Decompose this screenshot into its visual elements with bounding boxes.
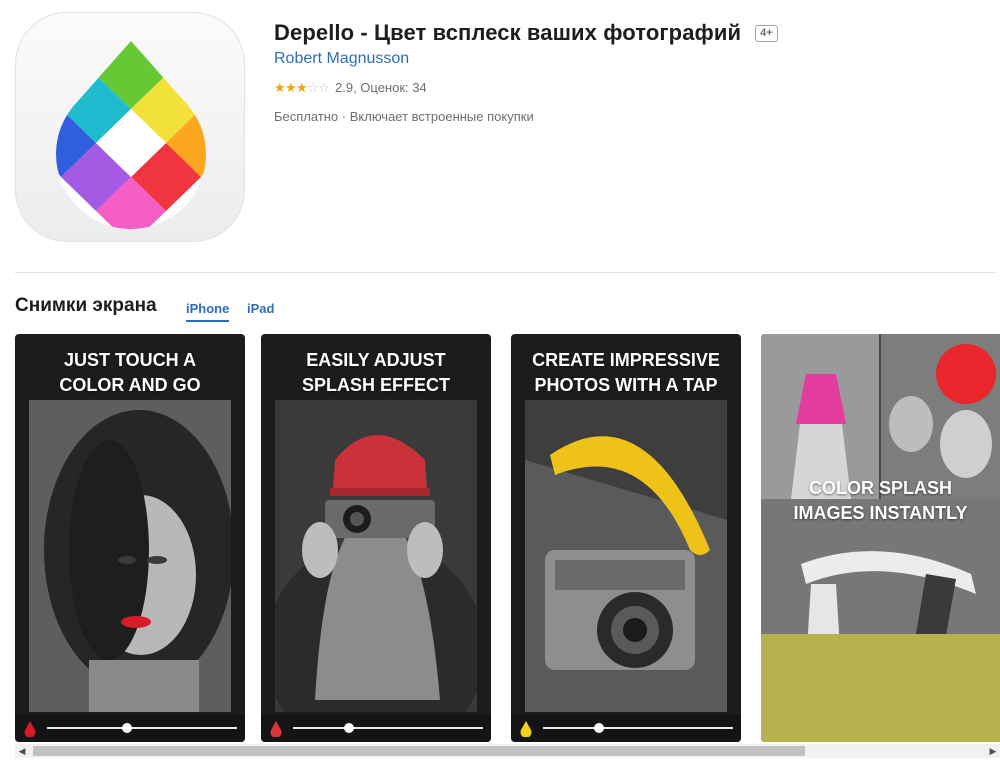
tab-ipad[interactable]: iPad [247,301,274,320]
splash-slider-knob[interactable] [122,723,132,733]
caption-line: EASILY ADJUST [306,350,446,370]
splash-slider-knob[interactable] [344,723,354,733]
color-drop-icon[interactable] [24,721,36,737]
screenshot-photo [275,400,477,712]
depello-color-drop-icon [55,41,206,230]
screenshot-3[interactable]: CREATE IMPRESSIVE PHOTOS WITH A TAP [511,334,741,742]
splash-slider-track[interactable] [543,727,733,729]
star-empty-icon: ☆ [318,80,330,95]
caption-line: COLOR SPLASH [808,478,952,498]
splash-slider-track[interactable] [293,727,483,729]
caption-line: CREATE IMPRESSIVE [532,350,720,370]
scroll-right-icon[interactable]: ▶ [988,746,998,757]
screenshot-caption: JUST TOUCH A COLOR AND GO [15,348,245,398]
star-icon: ★ [285,80,297,95]
price-text: Бесплатно · Включает встроенные покупки [274,109,534,124]
red-lips [121,616,151,628]
app-title: Depello - Цвет всплеск ваших фотографий [274,20,742,45]
app-info: Depello - Цвет всплеск ваших фотографий … [274,20,974,124]
screenshots-header: Снимки экрана iPhone iPad [15,295,995,325]
star-icon: ★ [274,80,286,95]
section-divider [15,272,995,273]
screenshot-photo [29,400,231,712]
app-header: Depello - Цвет всплеск ваших фотографий … [15,12,995,242]
screenshot-caption: EASILY ADJUST SPLASH EFFECT [261,348,491,398]
screenshot-photo [525,400,727,712]
screenshot-2[interactable]: EASILY ADJUST SPLASH EFFECT [261,334,491,742]
scrollbar-thumb[interactable] [33,746,805,756]
screenshots-title: Снимки экрана [15,295,157,316]
star-rating: ★ ★ ★ ☆ ☆ [274,80,330,95]
tab-iphone[interactable]: iPhone [186,301,230,322]
screenshot-caption: CREATE IMPRESSIVE PHOTOS WITH A TAP [511,348,741,398]
rating-row: ★ ★ ★ ☆ ☆ 2.9, Оценок: 34 [274,80,974,95]
color-drop-icon[interactable] [520,721,532,737]
title-row: Depello - Цвет всплеск ваших фотографий … [274,20,974,46]
scroll-left-icon[interactable]: ◀ [15,746,29,757]
banana-camera-photo [525,400,727,712]
camera-girl-photo [275,400,477,712]
portrait-photo [29,400,231,712]
screenshot-4[interactable]: COLOR SPLASH IMAGES INSTANTLY [761,334,1000,742]
red-balloon [936,344,996,404]
app-icon [15,12,245,242]
splash-control-bar [261,714,491,742]
star-empty-icon: ☆ [307,80,319,95]
splash-slider-knob[interactable] [594,723,604,733]
screenshot-1[interactable]: JUST TOUCH A COLOR AND GO [15,334,245,742]
caption-line: JUST TOUCH A [63,350,196,370]
screenshot-caption: COLOR SPLASH IMAGES INSTANTLY [761,476,1000,526]
rating-text: 2.9, Оценок: 34 [335,80,427,95]
splash-slider-track[interactable] [47,727,237,729]
splash-control-bar [15,714,245,742]
color-drop-icon[interactable] [270,721,282,737]
caption-line: COLOR AND GO [59,375,201,395]
splash-control-bar [511,714,741,742]
caption-line: IMAGES INSTANTLY [793,503,968,523]
horizontal-scrollbar[interactable]: ◀ ▶ [15,744,1000,758]
developer-link[interactable]: Robert Magnusson [274,50,974,68]
star-icon: ★ [296,80,308,95]
caption-line: PHOTOS WITH A TAP [534,375,718,395]
caption-line: SPLASH EFFECT [301,375,450,395]
age-rating-badge: 4+ [755,24,778,42]
collage-photo [761,334,1000,742]
